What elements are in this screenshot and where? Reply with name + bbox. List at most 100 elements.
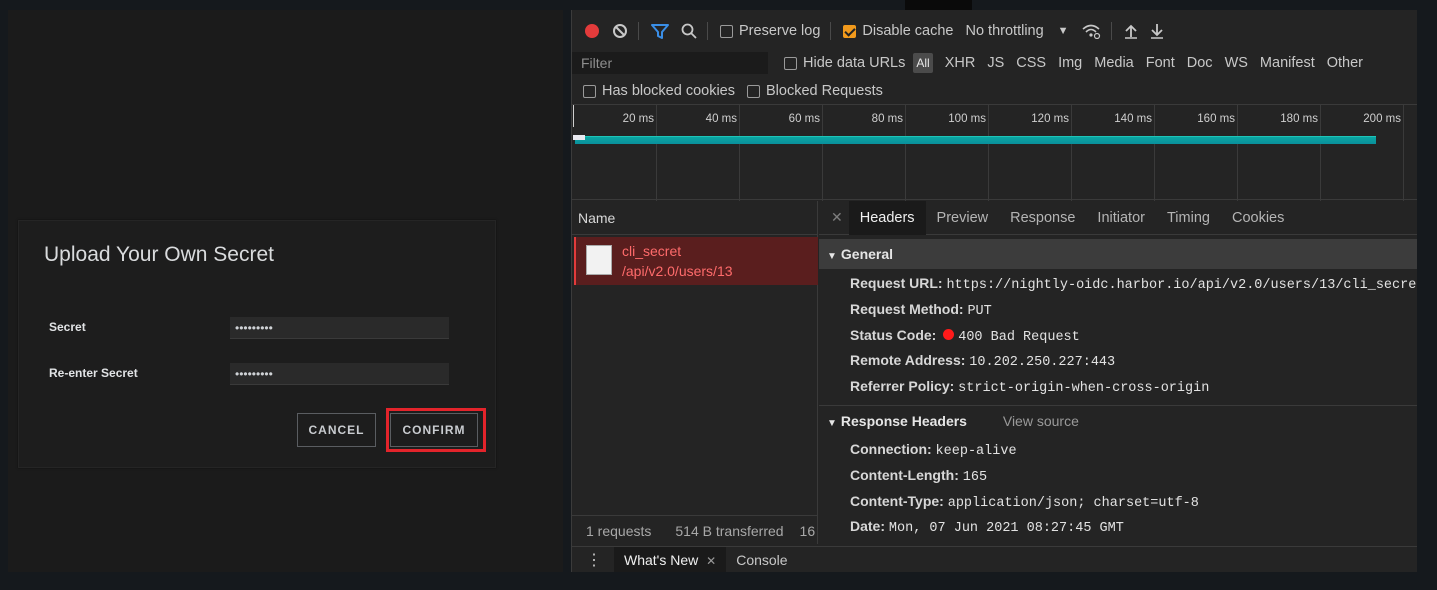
tab-timing[interactable]: Timing bbox=[1156, 201, 1221, 235]
type-filter-ws[interactable]: WS bbox=[1221, 53, 1252, 73]
type-filter-js[interactable]: JS bbox=[983, 53, 1008, 73]
tab-whats-new[interactable]: What's New ✕ bbox=[614, 546, 727, 573]
import-har-icon[interactable] bbox=[1124, 23, 1138, 39]
reenter-secret-label: Re-enter Secret bbox=[49, 366, 138, 380]
blocked-requests-checkbox[interactable]: Blocked Requests bbox=[747, 83, 883, 99]
name-column-header[interactable]: Name bbox=[572, 201, 817, 235]
type-filter-xhr[interactable]: XHR bbox=[941, 53, 980, 73]
record-icon[interactable] bbox=[584, 23, 600, 39]
close-icon[interactable]: ✕ bbox=[819, 209, 849, 226]
response-headers-section-header[interactable]: ▼ Response Headers View source bbox=[819, 405, 1418, 435]
header-key: Status Code: bbox=[850, 327, 937, 343]
header-value: application/json; charset=utf-8 bbox=[947, 496, 1199, 511]
reenter-secret-input[interactable]: ••••••••• bbox=[230, 363, 449, 385]
toolbar-divider bbox=[1110, 22, 1112, 40]
general-section-header[interactable]: ▼ General bbox=[819, 239, 1418, 269]
confirm-highlight-box bbox=[386, 408, 486, 452]
request-method-row: Request Method: PUT bbox=[850, 301, 992, 319]
type-filter-img[interactable]: Img bbox=[1054, 53, 1086, 73]
timeline-label: 140 ms bbox=[1114, 113, 1152, 125]
view-source-link[interactable]: View source bbox=[1003, 413, 1079, 429]
resources-size-truncated: 16 bbox=[799, 522, 816, 539]
cookies-filter-bar: Has blocked cookies Blocked Requests bbox=[572, 79, 1418, 103]
network-status-bar: 1 requests 514 B transferred 16 bbox=[572, 515, 818, 545]
has-blocked-cookies-checkbox[interactable]: Has blocked cookies bbox=[583, 83, 735, 99]
detail-tabs: ✕ Headers Preview Response Initiator Tim… bbox=[819, 200, 1418, 235]
waterfall-start-marker bbox=[573, 135, 585, 140]
general-section-title: General bbox=[840, 246, 894, 262]
checkbox-icon bbox=[747, 84, 760, 98]
request-list: Name cli_secret /api/v2.0/users/13 bbox=[572, 201, 818, 544]
header-key: Connection: bbox=[850, 441, 932, 457]
filter-bar: Filter Hide data URLs All XHR JS CSS Img… bbox=[572, 50, 1418, 76]
hide-data-urls-label: Hide data URLs bbox=[803, 55, 906, 71]
network-conditions-icon[interactable] bbox=[1081, 23, 1101, 39]
timeline-gridline bbox=[988, 105, 989, 201]
secret-input[interactable]: ••••••••• bbox=[230, 317, 449, 339]
tab-preview[interactable]: Preview bbox=[926, 201, 1000, 235]
document-icon bbox=[586, 245, 612, 275]
devtools-panel: Preserve log Disable cache No throttling… bbox=[571, 10, 1424, 573]
throttling-label: No throttling bbox=[965, 23, 1044, 39]
timeline-label: 20 ms bbox=[622, 113, 654, 125]
request-waterfall-bar bbox=[575, 136, 1376, 144]
type-filter-media[interactable]: Media bbox=[1090, 53, 1138, 73]
type-filter-font[interactable]: Font bbox=[1142, 53, 1179, 73]
transferred-size: 514 B transferred bbox=[675, 522, 784, 539]
preserve-log-checkbox[interactable]: Preserve log bbox=[720, 23, 820, 39]
header-key: Request URL: bbox=[850, 275, 943, 291]
close-icon[interactable]: ✕ bbox=[706, 554, 716, 568]
disable-cache-checkbox[interactable]: Disable cache bbox=[843, 23, 953, 39]
export-har-icon[interactable] bbox=[1150, 23, 1164, 39]
tab-console[interactable]: Console bbox=[726, 547, 797, 573]
more-options-icon[interactable]: ⋮ bbox=[572, 550, 614, 570]
connection-row: Connection: keep-alive bbox=[850, 441, 1017, 459]
type-filter-doc[interactable]: Doc bbox=[1183, 53, 1217, 73]
tab-response[interactable]: Response bbox=[999, 201, 1086, 235]
devtools-drawer: ⋮ What's New ✕ Console bbox=[572, 546, 1418, 573]
cancel-button[interactable]: CANCEL bbox=[297, 413, 376, 447]
toolbar-divider bbox=[638, 22, 639, 40]
filter-input[interactable]: Filter bbox=[572, 52, 768, 74]
header-key: Content-Length: bbox=[850, 467, 959, 483]
header-value: strict-origin-when-cross-origin bbox=[958, 381, 1210, 396]
request-name: cli_secret bbox=[622, 243, 682, 259]
whats-new-label: What's New bbox=[624, 551, 699, 568]
hide-data-urls-checkbox[interactable]: Hide data URLs bbox=[784, 55, 905, 71]
timeline-label: 200 ms bbox=[1363, 113, 1401, 125]
referrer-policy-row: Referrer Policy: strict-origin-when-cros… bbox=[850, 378, 1209, 396]
request-count: 1 requests bbox=[586, 522, 652, 539]
tab-cookies[interactable]: Cookies bbox=[1221, 201, 1295, 235]
timeline-label: 60 ms bbox=[788, 113, 820, 125]
header-key: Request Method: bbox=[850, 301, 964, 317]
filter-icon[interactable] bbox=[651, 23, 669, 39]
type-filter-manifest[interactable]: Manifest bbox=[1256, 53, 1319, 73]
network-toolbar: Preserve log Disable cache No throttling… bbox=[572, 16, 1418, 46]
tab-headers[interactable]: Headers bbox=[848, 200, 926, 235]
preserve-log-label: Preserve log bbox=[739, 23, 821, 39]
timeline-label: 40 ms bbox=[705, 113, 737, 125]
type-filter-other[interactable]: Other bbox=[1323, 53, 1367, 73]
content-type-row: Content-Type: application/json; charset=… bbox=[850, 493, 1199, 511]
type-filter-all[interactable]: All bbox=[913, 53, 933, 73]
timeline-cursor bbox=[573, 105, 574, 127]
secret-label: Secret bbox=[49, 320, 86, 334]
checkbox-icon bbox=[784, 56, 797, 70]
throttling-select[interactable]: No throttling ▼ bbox=[965, 23, 1068, 39]
header-key: Content-Type: bbox=[850, 493, 944, 509]
header-value: 400 Bad Request bbox=[958, 330, 1080, 345]
request-row[interactable]: cli_secret /api/v2.0/users/13 bbox=[574, 237, 818, 285]
timeline-gridline bbox=[1237, 105, 1238, 201]
type-filter-css[interactable]: CSS bbox=[1012, 53, 1050, 73]
search-icon[interactable] bbox=[681, 23, 697, 39]
right-edge bbox=[1417, 10, 1437, 572]
blocked-requests-label: Blocked Requests bbox=[766, 83, 883, 99]
timeline-overview[interactable]: 20 ms 40 ms 60 ms 80 ms 100 ms 120 ms 14… bbox=[572, 104, 1418, 201]
header-key: Referrer Policy: bbox=[850, 378, 955, 394]
tab-initiator[interactable]: Initiator bbox=[1086, 201, 1156, 235]
header-value: 165 bbox=[962, 470, 988, 485]
response-headers-title: Response Headers bbox=[840, 413, 967, 429]
timeline-gridline bbox=[656, 105, 657, 201]
clear-icon[interactable] bbox=[612, 23, 628, 39]
timeline-gridline bbox=[1320, 105, 1321, 201]
